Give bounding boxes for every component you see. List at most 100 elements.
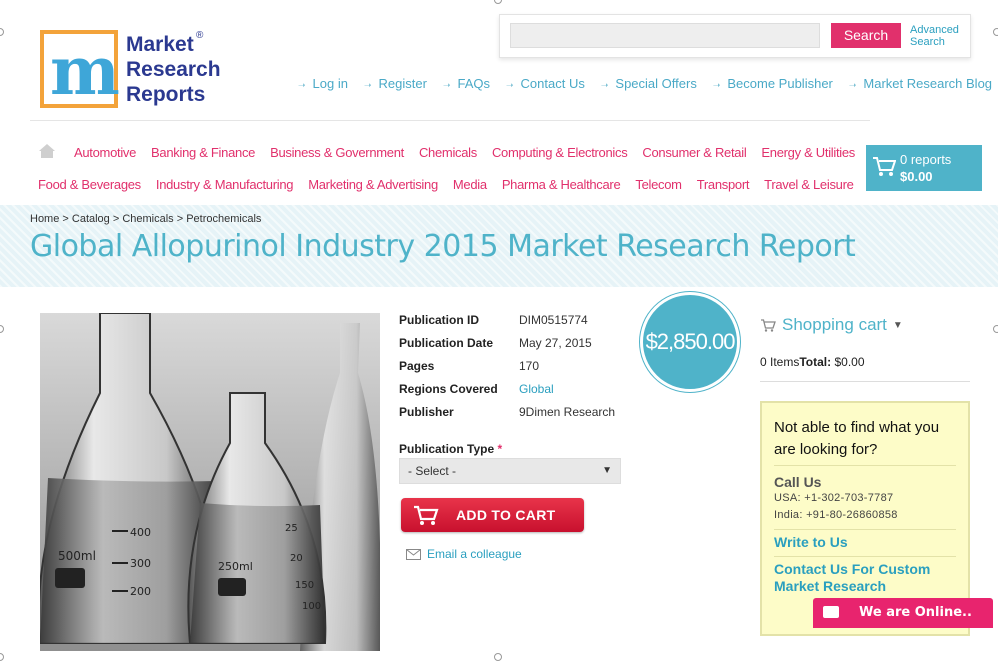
email-colleague-label: Email a colleague: [427, 547, 522, 561]
category-food-beverages[interactable]: Food & Beverages: [38, 177, 141, 192]
category-computing-electronics[interactable]: Computing & Electronics: [492, 145, 628, 160]
faqs-link[interactable]: FAQs: [443, 76, 490, 91]
market-research-blog-link[interactable]: Market Research Blog: [849, 76, 992, 91]
svg-text:200: 200: [130, 585, 151, 598]
login-link[interactable]: Log in: [298, 76, 348, 91]
detail-label: Publisher: [399, 405, 454, 419]
cart-icon: [873, 157, 896, 176]
custom-research-link[interactable]: Contact Us For Custom Market Research: [774, 556, 956, 595]
search-input[interactable]: [510, 23, 820, 48]
site-logo[interactable]: m Market Research Reports ®: [40, 30, 221, 112]
edge-marker: [494, 0, 502, 4]
detail-row-publication-id: Publication ID DIM0515774: [399, 313, 615, 336]
detail-label: Regions Covered: [399, 382, 498, 396]
edge-marker: [993, 28, 998, 36]
svg-text:20: 20: [290, 553, 303, 564]
select-value: - Select -: [408, 464, 457, 478]
svg-text:25: 25: [285, 523, 298, 534]
chevron-down-icon: ▼: [892, 319, 903, 331]
category-telecom[interactable]: Telecom: [635, 177, 682, 192]
category-consumer-retail[interactable]: Consumer & Retail: [642, 145, 746, 160]
detail-row-regions: Regions Covered Global: [399, 382, 615, 405]
header-cart[interactable]: 0 reports $0.00: [866, 145, 982, 191]
page-title: Global Allopurinol Industry 2015 Market …: [30, 229, 856, 264]
required-mark: *: [497, 442, 503, 456]
detail-row-publication-date: Publication Date May 27, 2015: [399, 336, 615, 359]
category-media[interactable]: Media: [453, 177, 487, 192]
search-button[interactable]: Search: [831, 23, 901, 48]
title-banner: Home > Catalog > Chemicals > Petrochemic…: [0, 205, 998, 287]
header-cart-total: $0.00: [900, 169, 933, 184]
publication-type-label: Publication Type *: [399, 442, 502, 456]
detail-value: 9Dimen Research: [519, 405, 616, 419]
breadcrumb[interactable]: Home > Catalog > Chemicals > Petrochemic…: [30, 213, 261, 225]
svg-text:250ml: 250ml: [218, 560, 253, 573]
shopping-cart-title[interactable]: Shopping cart ▼: [760, 315, 903, 335]
price-badge: $2,850.00: [640, 292, 740, 392]
svg-text:500ml: 500ml: [58, 549, 96, 563]
top-links: Log in Register FAQs Contact Us Special …: [298, 76, 993, 91]
call-us-heading: Call Us: [774, 474, 822, 490]
edge-marker: [0, 653, 4, 661]
register-link[interactable]: Register: [364, 76, 427, 91]
region-link[interactable]: Global: [519, 382, 554, 405]
detail-value: 170: [519, 359, 540, 373]
dropdown-arrow-icon: ▼: [602, 465, 612, 476]
phone-usa: USA: +1-302-703-7787: [774, 492, 894, 504]
detail-label: Pages: [399, 359, 435, 373]
become-publisher-link[interactable]: Become Publisher: [713, 76, 833, 91]
advanced-search-line-1: Advanced: [910, 24, 959, 36]
live-chat-button[interactable]: We are Online..: [813, 598, 993, 628]
advanced-search-link[interactable]: Advanced Search: [910, 24, 959, 48]
category-transport[interactable]: Transport: [697, 177, 750, 192]
header-cart-summary: 0 reports $0.00: [900, 151, 951, 185]
category-chemicals[interactable]: Chemicals: [419, 145, 477, 160]
detail-value: May 27, 2015: [519, 336, 592, 350]
category-energy-utilities[interactable]: Energy & Utilities: [761, 145, 855, 160]
publication-type-select[interactable]: - Select - ▼: [399, 458, 621, 484]
svg-text:300: 300: [130, 557, 151, 570]
detail-value: DIM0515774: [519, 313, 588, 327]
write-to-us-link[interactable]: Write to Us: [774, 529, 956, 551]
category-automotive[interactable]: Automotive: [74, 145, 136, 160]
email-colleague-link[interactable]: Email a colleague: [406, 547, 522, 561]
cart-items-count: 0 Items: [760, 355, 800, 369]
category-industry-manufacturing[interactable]: Industry & Manufacturing: [156, 177, 294, 192]
header-divider: [30, 120, 870, 121]
svg-text:100: 100: [302, 601, 321, 612]
advanced-search-line-2: Search: [910, 36, 945, 48]
home-icon[interactable]: [38, 143, 56, 159]
logo-letter: m: [50, 32, 120, 110]
category-business-government[interactable]: Business & Government: [270, 145, 404, 160]
chat-bubble-icon: [823, 606, 839, 618]
logo-mark: m: [40, 30, 120, 110]
cart-icon: [761, 319, 776, 332]
help-question: Not able to find what you are looking fo…: [774, 417, 956, 466]
chat-label: We are Online..: [859, 605, 972, 620]
detail-label: Publication ID: [399, 313, 480, 327]
category-banking-finance[interactable]: Banking & Finance: [151, 145, 255, 160]
publication-type-text: Publication Type: [399, 442, 495, 456]
cart-total-label: Total:: [799, 355, 832, 369]
product-details: Publication ID DIM0515774 Publication Da…: [399, 313, 615, 428]
envelope-icon: [406, 548, 421, 560]
category-travel-leisure[interactable]: Travel & Leisure: [764, 177, 854, 192]
logo-line-2: Research: [126, 58, 221, 81]
category-marketing-advertising[interactable]: Marketing & Advertising: [308, 177, 438, 192]
edge-marker: [0, 28, 4, 36]
product-image: 500ml 400 300 200 250ml 25 20 150 100: [40, 313, 380, 651]
detail-row-publisher: Publisher 9Dimen Research: [399, 405, 615, 428]
add-to-cart-label: ADD TO CART: [456, 507, 556, 523]
edge-marker: [494, 653, 502, 661]
add-to-cart-button[interactable]: ADD TO CART: [401, 498, 584, 532]
logo-wordmark: Market Research Reports: [126, 32, 221, 107]
detail-label: Publication Date: [399, 336, 494, 350]
header-cart-count: 0 reports: [900, 152, 952, 167]
shopping-cart-label: Shopping cart: [782, 315, 887, 334]
cart-total-value: $0.00: [834, 355, 865, 369]
edge-marker: [0, 325, 4, 333]
category-pharma-healthcare[interactable]: Pharma & Healthcare: [502, 177, 621, 192]
special-offers-link[interactable]: Special Offers: [601, 76, 696, 91]
contact-us-link[interactable]: Contact Us: [506, 76, 585, 91]
detail-row-pages: Pages 170: [399, 359, 615, 382]
